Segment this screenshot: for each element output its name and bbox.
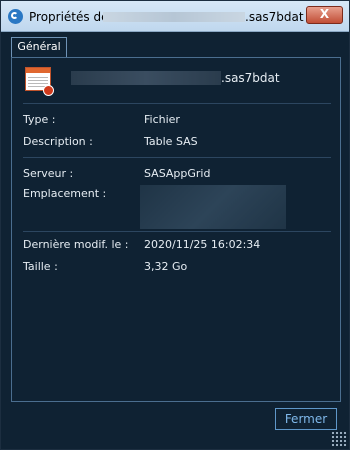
modified-value: 2020/11/25 16:02:34: [144, 238, 261, 251]
modified-label: Dernière modif. le :: [23, 238, 129, 251]
description-label: Description :: [23, 135, 93, 148]
tab-panel: [11, 57, 341, 402]
window-title-prefix: Propriétés de: [29, 10, 109, 24]
description-value: Table SAS: [144, 135, 198, 148]
close-window-button[interactable]: X: [306, 6, 343, 24]
sas-table-icon: [25, 67, 54, 96]
redacted-file-name: [71, 71, 221, 85]
divider: [23, 103, 331, 104]
app-icon: [8, 9, 23, 24]
icon-badge: [43, 85, 54, 96]
redacted-title-part: [103, 12, 245, 22]
close-button[interactable]: Fermer: [275, 408, 337, 430]
divider: [23, 231, 331, 232]
type-value: Fichier: [144, 113, 180, 126]
divider: [23, 157, 331, 158]
server-value: SASAppGrid: [144, 167, 211, 180]
properties-dialog: Propriétés de .sas7bdat X Général .sas7b…: [0, 0, 350, 450]
tab-general[interactable]: Général: [11, 37, 67, 57]
redacted-location-value: [140, 185, 286, 229]
location-label: Emplacement :: [23, 187, 107, 200]
window-title-suffix: .sas7bdat: [245, 10, 304, 24]
type-label: Type :: [23, 113, 56, 126]
icon-header: [26, 68, 50, 73]
file-name-suffix: .sas7bdat: [221, 71, 280, 85]
server-label: Serveur :: [23, 167, 74, 180]
size-value: 3,32 Go: [144, 260, 188, 273]
tab-bar: Général: [11, 37, 341, 58]
resize-grip-icon[interactable]: [331, 431, 347, 447]
size-label: Taille :: [23, 260, 58, 273]
title-bar[interactable]: Propriétés de .sas7bdat X: [1, 1, 349, 32]
